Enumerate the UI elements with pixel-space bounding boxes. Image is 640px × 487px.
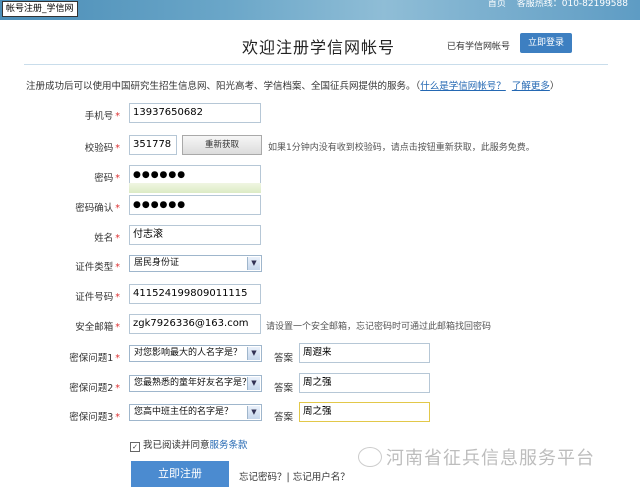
has-account-text: 已有学信网帐号 (447, 42, 511, 52)
answer-1-label: 答案 (274, 353, 294, 364)
answer-3-label: 答案 (274, 412, 294, 423)
page-title: 欢迎注册学信网帐号 (242, 38, 396, 57)
code-input[interactable]: 351778 (129, 135, 177, 155)
password-label: 密码 * (94, 173, 120, 184)
forgot-links[interactable]: 忘记密码？| 忘记用户名？ (239, 469, 350, 483)
name-input[interactable]: 付志滚 (129, 225, 261, 245)
answer-2-label: 答案 (274, 383, 294, 394)
phone-label: 手机号 * (84, 111, 120, 122)
code-hint: 如果1分钟内没有收到校验码，请点击按钮重新获取，此服务免费。 (268, 143, 535, 153)
question-1-label: 密保问题1 * (69, 353, 120, 364)
window-tab-title: 帐号注册_学信网 (2, 1, 78, 17)
answer-2-input[interactable]: 周之强 (299, 373, 430, 393)
email-hint: 请设置一个安全邮箱，忘记密码时可通过此邮箱找回密码 (266, 322, 492, 332)
chevron-down-icon: ▼ (247, 377, 260, 390)
register-button[interactable]: 立即注册 (131, 461, 229, 487)
wechat-icon (358, 447, 382, 467)
phone-input[interactable]: 13937650682 (129, 103, 261, 123)
email-label: 安全邮箱 * (75, 322, 120, 333)
code-label: 校验码 * (84, 143, 120, 154)
learn-more-link[interactable]: 了解更多 (512, 81, 550, 92)
id-number-input[interactable]: 411524199809011115 (129, 284, 261, 304)
resend-code-button[interactable]: 重新获取 (182, 135, 262, 155)
agree-row: ✓ 我已阅读并同意服务条款 (130, 437, 248, 452)
question-1-select[interactable]: 对您影响最大的人名字是？ ▼ (129, 345, 262, 362)
question-3-select[interactable]: 您高中班主任的名字是？ ▼ (129, 404, 262, 421)
top-links: 首页 客服热线：010-82199588 (480, 0, 628, 9)
name-label: 姓名 * (94, 233, 120, 244)
watermark-text: 河南省征兵信息服务平台 (386, 448, 595, 469)
terms-link[interactable]: 服务条款 (210, 440, 248, 451)
id-number-label: 证件号码 * (75, 292, 120, 303)
what-is-account-link[interactable]: 什么是学信网帐号？ (420, 81, 506, 92)
hotline-text: 客服热线：010-82199588 (516, 0, 628, 9)
divider (24, 64, 608, 65)
question-3-label: 密保问题3 * (69, 412, 120, 423)
question-2-select[interactable]: 您最熟悉的童年好友名字是？ ▼ (129, 375, 262, 392)
agree-checkbox[interactable]: ✓ (130, 442, 140, 452)
id-type-label: 证件类型 * (75, 262, 120, 273)
password-strength-bar (129, 183, 261, 193)
home-link[interactable]: 首页 (488, 0, 506, 9)
chevron-down-icon: ▼ (247, 257, 260, 270)
chevron-down-icon: ▼ (247, 406, 260, 419)
password-confirm-label: 密码确认 * (75, 203, 120, 214)
chevron-down-icon: ▼ (247, 347, 260, 360)
answer-3-input[interactable]: 周之强 (299, 402, 430, 422)
password-confirm-input[interactable]: ●●●●●● (129, 195, 261, 215)
id-type-select[interactable]: 居民身份证 ▼ (129, 255, 262, 272)
agree-text: 我已阅读并同意 (143, 440, 210, 451)
intro-text: 注册成功后可以使用中国研究生招生信息网、阳光高考、学信档案、全国征兵网提供的服务… (26, 81, 560, 92)
question-2-label: 密保问题2 * (69, 383, 120, 394)
password-input[interactable]: ●●●●●● (129, 165, 261, 185)
login-button[interactable]: 立即登录 (520, 33, 572, 53)
answer-1-input[interactable]: 周遐来 (299, 343, 430, 363)
email-input[interactable]: zgk7926336@163.com (129, 314, 261, 334)
top-banner: 帐号注册_学信网 首页 客服热线：010-82199588 (0, 0, 640, 20)
